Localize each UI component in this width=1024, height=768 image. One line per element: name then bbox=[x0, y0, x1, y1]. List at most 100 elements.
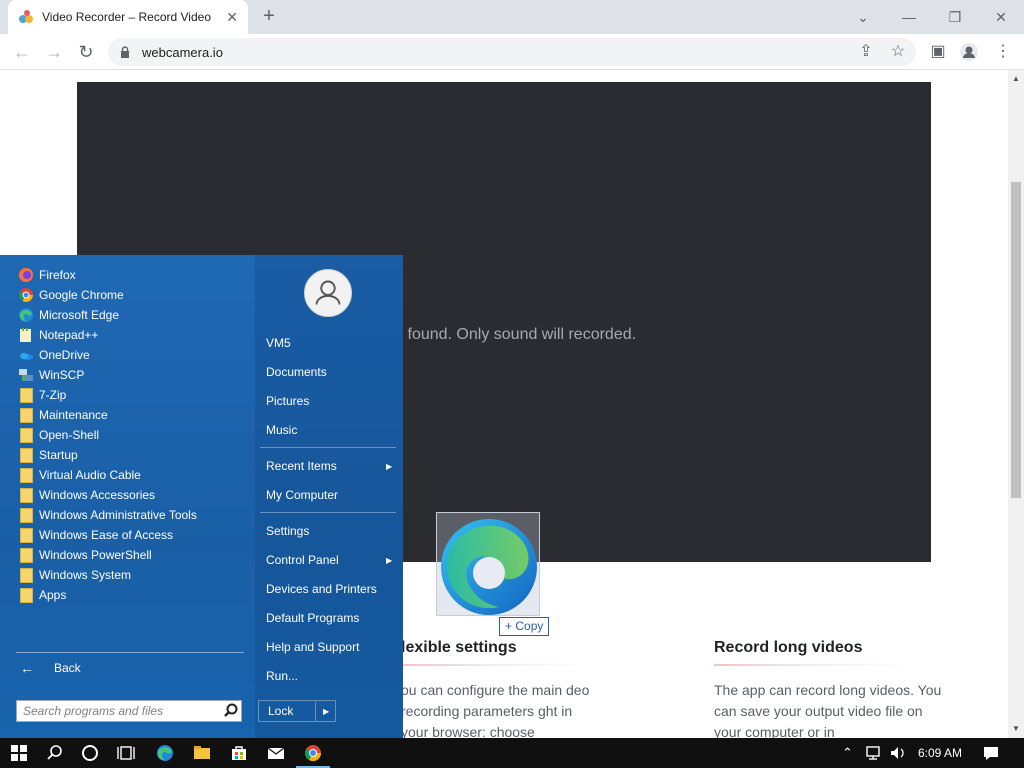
page-scrollbar[interactable]: ▲ ▼ bbox=[1008, 70, 1024, 738]
system-clock[interactable]: 6:09 AM bbox=[918, 746, 962, 760]
folder-icon bbox=[20, 507, 33, 523]
start-item-chrome[interactable]: Google Chrome bbox=[18, 285, 124, 305]
start-item-windows-system[interactable]: Windows System bbox=[18, 565, 131, 585]
tab-video-recorder[interactable]: Video Recorder – Record Video ✕ bbox=[8, 0, 248, 34]
tab-close-icon[interactable]: ✕ bbox=[226, 9, 238, 26]
edge-icon[interactable] bbox=[155, 743, 175, 763]
lock-button[interactable]: Lock ▶ bbox=[258, 700, 336, 722]
start-item-edge[interactable]: Microsoft Edge bbox=[18, 305, 119, 325]
start-item-windows-accessories[interactable]: Windows Accessories bbox=[18, 485, 155, 505]
start-item-label: Microsoft Edge bbox=[39, 308, 120, 322]
close-window-button[interactable]: ✕ bbox=[989, 6, 1013, 28]
start-item-virtual-audio-cable[interactable]: Virtual Audio Cable bbox=[18, 465, 141, 485]
start-menu: Firefox Google Chrome Microsoft Edge Not… bbox=[0, 255, 403, 738]
volume-icon[interactable] bbox=[888, 743, 908, 763]
share-icon[interactable]: ⇪ bbox=[856, 42, 876, 62]
chrome-icon[interactable] bbox=[303, 743, 323, 763]
search-icon[interactable] bbox=[45, 743, 65, 763]
start-item-label: Firefox bbox=[39, 268, 76, 282]
start-item-windows-admin-tools[interactable]: Windows Administrative Tools bbox=[18, 505, 197, 525]
start-right-run[interactable]: Run... bbox=[266, 669, 298, 683]
feature-underline bbox=[401, 664, 591, 666]
browser-toolbar: ← → ↻ webcamera.io ⇪ ☆ ▣ ⋮ bbox=[0, 34, 1024, 70]
start-right-default-programs[interactable]: Default Programs bbox=[266, 611, 359, 625]
start-item-label: Startup bbox=[39, 448, 78, 462]
scroll-up-icon[interactable]: ▲ bbox=[1012, 74, 1020, 83]
start-right-pictures[interactable]: Pictures bbox=[266, 394, 309, 408]
tab-search-icon[interactable]: ⌄ bbox=[851, 6, 875, 28]
start-item-label: WinSCP bbox=[39, 368, 85, 382]
start-item-firefox[interactable]: Firefox bbox=[18, 265, 76, 285]
chrome-icon bbox=[19, 288, 33, 302]
taskbar: ⌃ 6:09 AM bbox=[0, 738, 1024, 768]
feature-text-settings: ou can configure the main deo recording … bbox=[401, 682, 590, 738]
start-right-my-computer[interactable]: My Computer bbox=[266, 488, 338, 502]
start-item-label: Google Chrome bbox=[39, 288, 124, 302]
copy-label: Copy bbox=[515, 619, 544, 633]
notifications-icon[interactable] bbox=[981, 743, 1001, 763]
start-right-control-panel[interactable]: Control Panel bbox=[266, 553, 339, 567]
start-item-open-shell[interactable]: Open-Shell bbox=[18, 425, 99, 445]
bookmark-star-icon[interactable]: ☆ bbox=[888, 42, 908, 62]
feature-text-long-videos: The app can record long videos. You can … bbox=[714, 682, 942, 738]
search-icon[interactable] bbox=[221, 701, 241, 721]
folder-icon bbox=[20, 527, 33, 543]
address-bar[interactable]: webcamera.io bbox=[108, 38, 916, 66]
feature-title-long-videos: Record long videos bbox=[714, 639, 863, 656]
search-placeholder: Search programs and files bbox=[23, 704, 164, 718]
side-panel-icon[interactable]: ▣ bbox=[928, 42, 948, 62]
start-item-apps[interactable]: Apps bbox=[18, 585, 66, 605]
start-right-recent-items[interactable]: Recent Items bbox=[266, 459, 337, 473]
start-menu-programs: Firefox Google Chrome Microsoft Edge Not… bbox=[0, 255, 254, 738]
file-explorer-icon[interactable] bbox=[192, 743, 212, 763]
lock-label: Lock bbox=[268, 704, 294, 718]
search-programs-input[interactable]: Search programs and files bbox=[16, 700, 242, 722]
start-right-user[interactable]: VM5 bbox=[266, 336, 291, 350]
start-item-label: Maintenance bbox=[39, 408, 108, 422]
start-right-devices-printers[interactable]: Devices and Printers bbox=[266, 582, 377, 596]
feature-title-settings: lexible settings bbox=[401, 639, 517, 656]
menu-kebab-icon[interactable]: ⋮ bbox=[993, 42, 1013, 62]
restore-button[interactable]: ❐ bbox=[943, 6, 967, 28]
start-item-windows-powershell[interactable]: Windows PowerShell bbox=[18, 545, 152, 565]
minimize-button[interactable]: — bbox=[897, 6, 921, 28]
start-item-notepadpp[interactable]: Notepad++ bbox=[18, 325, 98, 345]
folder-icon bbox=[20, 427, 33, 443]
back-arrow-icon[interactable]: ← bbox=[10, 40, 34, 64]
start-right-help-support[interactable]: Help and Support bbox=[266, 640, 359, 654]
lock-icon bbox=[121, 46, 129, 58]
start-item-label: Open-Shell bbox=[39, 428, 100, 442]
scroll-down-icon[interactable]: ▼ bbox=[1012, 724, 1020, 733]
tray-chevron-icon[interactable]: ⌃ bbox=[842, 745, 853, 761]
folder-icon bbox=[20, 587, 33, 603]
forward-arrow-icon[interactable]: → bbox=[42, 40, 66, 64]
store-icon[interactable] bbox=[229, 743, 249, 763]
cortana-icon[interactable] bbox=[80, 743, 100, 763]
start-item-winscp[interactable]: WinSCP bbox=[18, 365, 84, 385]
network-icon[interactable] bbox=[863, 743, 883, 763]
profile-avatar-icon[interactable] bbox=[959, 42, 979, 62]
start-right-music[interactable]: Music bbox=[266, 423, 297, 437]
folder-icon bbox=[20, 447, 33, 463]
windows-start-icon[interactable] bbox=[9, 743, 29, 763]
divider bbox=[260, 512, 396, 513]
new-tab-button[interactable]: + bbox=[258, 6, 280, 28]
shutdown-options-arrow-icon[interactable]: ▶ bbox=[316, 707, 329, 716]
start-right-settings[interactable]: Settings bbox=[266, 524, 309, 538]
start-item-onedrive[interactable]: OneDrive bbox=[18, 345, 90, 365]
folder-icon bbox=[20, 487, 33, 503]
start-item-maintenance[interactable]: Maintenance bbox=[18, 405, 108, 425]
task-view-icon[interactable] bbox=[116, 743, 136, 763]
start-item-startup[interactable]: Startup bbox=[18, 445, 78, 465]
start-item-7zip[interactable]: 7-Zip bbox=[18, 385, 66, 405]
onedrive-icon bbox=[20, 353, 33, 360]
user-avatar[interactable] bbox=[304, 269, 352, 317]
start-right-documents[interactable]: Documents bbox=[266, 365, 327, 379]
reload-icon[interactable]: ↻ bbox=[74, 40, 98, 64]
back-button[interactable]: ← Back bbox=[20, 660, 81, 676]
mail-icon[interactable] bbox=[266, 743, 286, 763]
start-item-windows-ease-of-access[interactable]: Windows Ease of Access bbox=[18, 525, 173, 545]
scrollbar-thumb[interactable] bbox=[1011, 182, 1021, 498]
plus-icon: + bbox=[505, 619, 513, 633]
url-text: webcamera.io bbox=[142, 44, 223, 60]
